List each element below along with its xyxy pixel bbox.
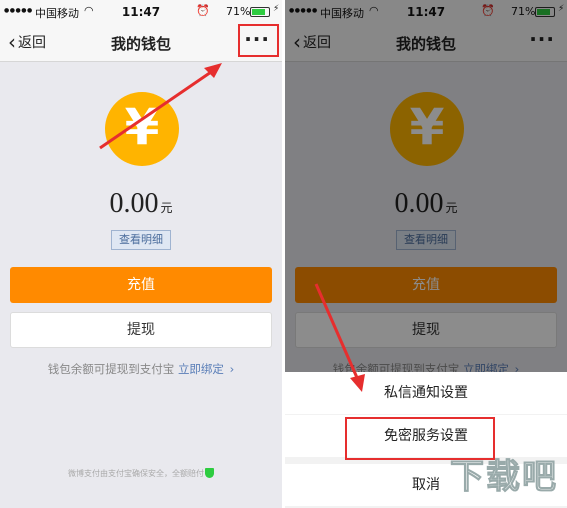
watermark: 下载吧 www.xiazaiba.com: [444, 449, 564, 505]
balance-unit: 元: [160, 201, 173, 215]
alarm-icon: ⏰: [196, 4, 210, 17]
balance-display: 0.00 元: [0, 188, 282, 220]
more-button-highlight: [238, 24, 279, 57]
coin-icon: ¥: [105, 92, 179, 166]
battery-icon: [250, 7, 270, 17]
withdraw-button[interactable]: 提现: [10, 312, 272, 348]
security-note-text: 微博支付由支付宝确保安全，全额赔付: [68, 469, 204, 478]
screen-divider: [282, 0, 285, 508]
wallet-screen-left: ●●●●● 中国移动 ◠ 11:47 ⏰ 71% ⚡ ‹ 返回 我的钱包 ···…: [0, 0, 282, 508]
chevron-right-icon: ›: [229, 362, 235, 376]
shield-icon: [205, 468, 214, 478]
hint-text: 钱包余额可提现到支付宝: [47, 362, 175, 376]
yen-icon: ¥: [124, 98, 160, 156]
balance-amount: 0.00: [109, 188, 159, 219]
recharge-button[interactable]: 充值: [10, 267, 272, 303]
battery-percent: 71%: [226, 5, 251, 18]
watermark-logo: 下载吧: [450, 457, 558, 498]
charging-icon: ⚡: [273, 4, 280, 14]
watermark-url: www.xiazaiba.com: [474, 493, 549, 502]
message-notification-settings-item[interactable]: 私信通知设置: [285, 372, 567, 414]
view-details-button[interactable]: 查看明细: [111, 230, 171, 250]
security-note: 微博支付由支付宝确保安全，全额赔付: [0, 468, 282, 479]
status-bar: ●●●●● 中国移动 ◠ 11:47 ⏰ 71% ⚡: [0, 0, 282, 24]
bind-now-link[interactable]: 立即绑定: [178, 362, 224, 376]
withdraw-hint: 钱包余额可提现到支付宝 立即绑定 ›: [0, 361, 282, 377]
